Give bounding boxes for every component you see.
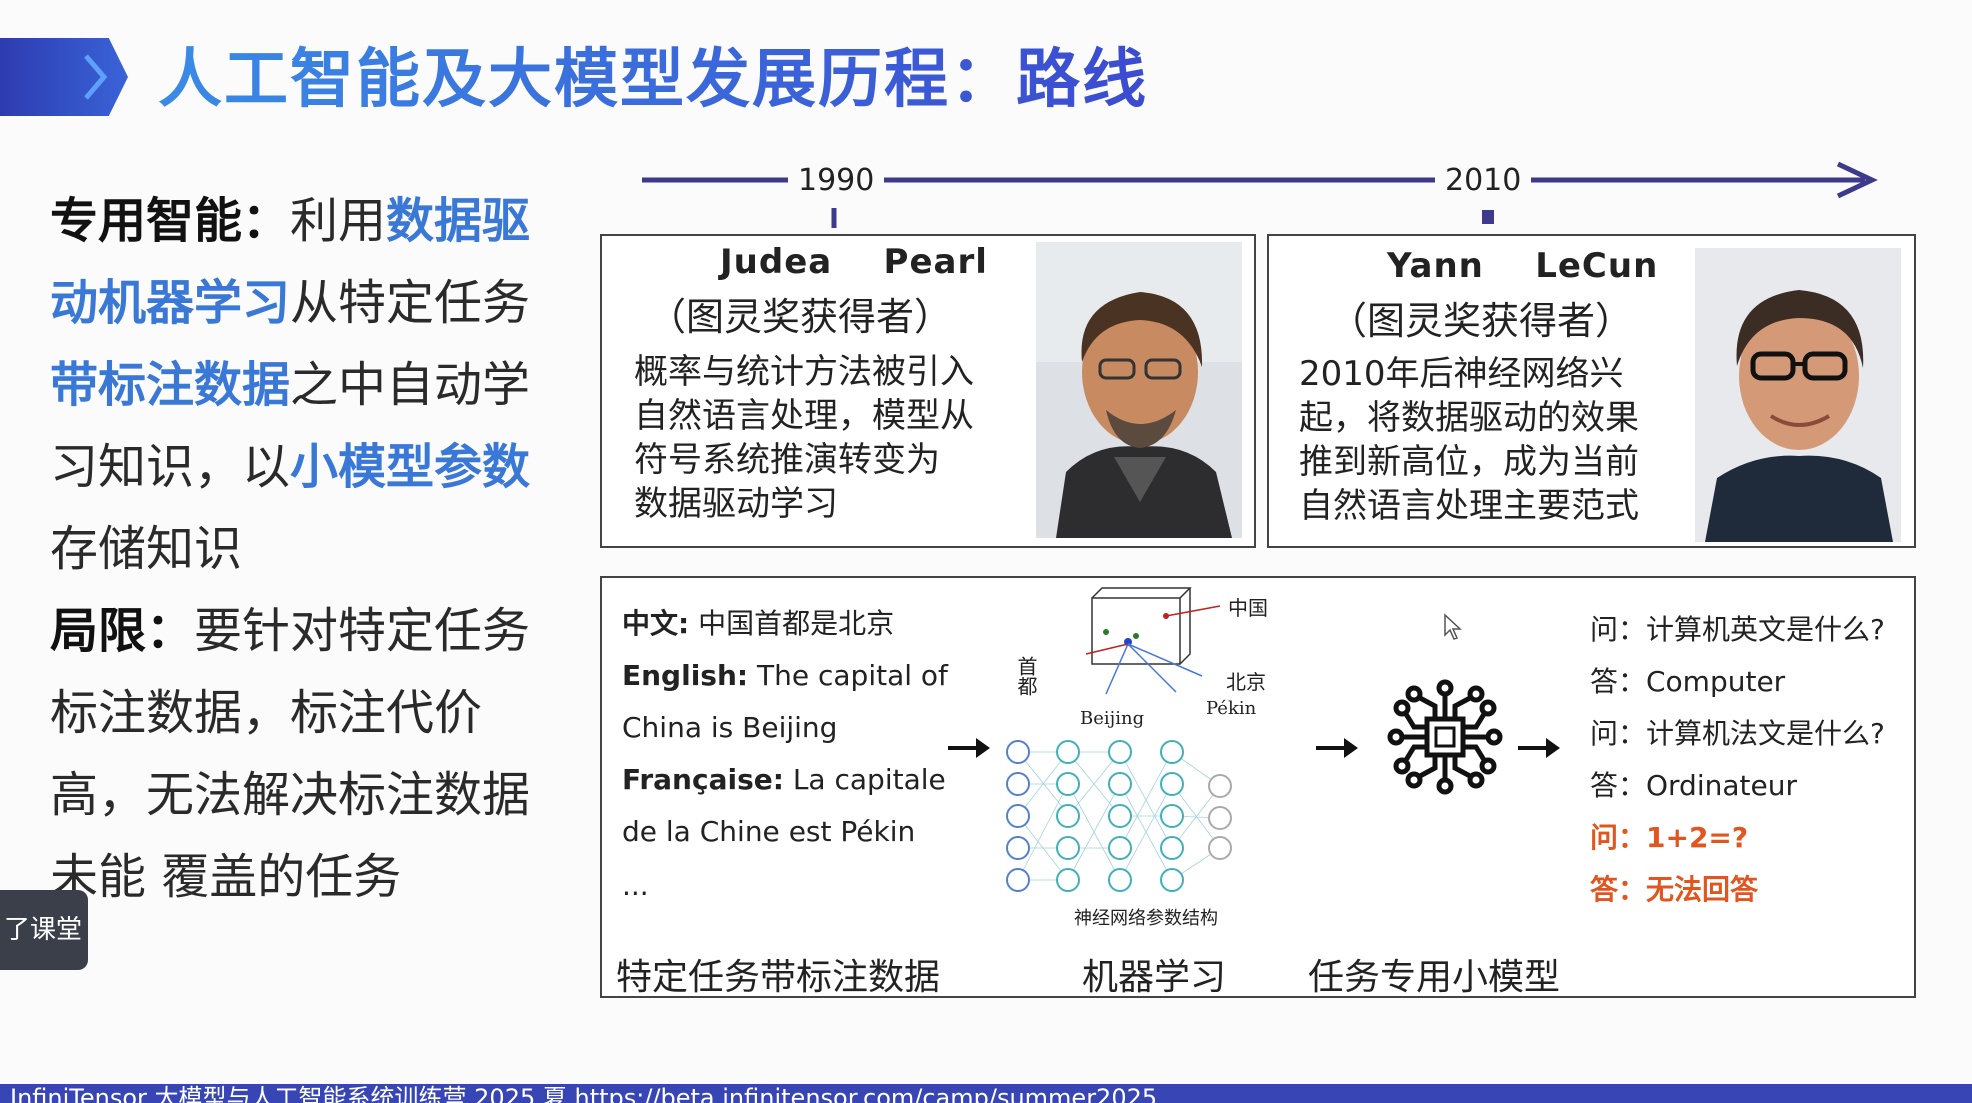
text-span: 利用 xyxy=(290,193,387,249)
qa-answer-fail: 答：无法回答 xyxy=(1590,873,1759,906)
footer-text: InfiniTensor 大模型与人工智能系统训练营 2025 夏 https:… xyxy=(10,1084,1158,1103)
person-description: 2010年后神经网络兴 起，将数据驱动的效果 推到新高位，成为当前 自然语言处理… xyxy=(1299,352,1639,528)
qa-answer: 答：Ordinateur xyxy=(1590,769,1797,802)
chevron-right-icon xyxy=(84,54,108,100)
qa-question: 问：计算机法文是什么? xyxy=(1590,717,1885,750)
term-specialized-ai: 专用智能： xyxy=(50,193,291,249)
example-french: Française: La capitale xyxy=(622,762,946,798)
desc-line: 自然语言处理主要范式 xyxy=(1299,486,1639,526)
person-card-lecun: Yann LeCun （图灵奖获得者） 2010年后神经网络兴 起，将数据驱动的… xyxy=(1267,234,1916,548)
text-span: 从特定任务 xyxy=(290,275,531,331)
text-span: 存储知识 xyxy=(50,521,243,577)
specialized-ai-paragraph: 专用智能：利用数据驱动机器学习从特定任务带标注数据之中自动学习知识，以小模型参数… xyxy=(50,180,560,590)
example-text: 中国首都是北京 xyxy=(698,607,895,640)
desc-line: 2010年后神经网络兴 xyxy=(1299,354,1624,394)
desc-line: 起，将数据驱动的效果 xyxy=(1299,398,1639,438)
portrait-lecun xyxy=(1695,248,1901,542)
desc-line: 符号系统推演转变为 xyxy=(634,440,940,480)
limitation-paragraph: 局限：要针对特定任务标注数据，标注代价高，无法解决标注数据未能 覆盖的任务 xyxy=(50,590,560,918)
arrow-right-icon xyxy=(1316,738,1358,758)
person-award: （图灵奖获得者） xyxy=(1329,299,1634,343)
caption-labeled-data: 特定任务带标注数据 xyxy=(616,957,941,998)
person-name: Judea Pearl xyxy=(720,242,988,282)
left-text-column: 专用智能：利用数据驱动机器学习从特定任务带标注数据之中自动学习知识，以小模型参数… xyxy=(50,180,560,918)
term-limitation: 局限： xyxy=(50,603,195,659)
slide-title: 人工智能及大模型发展历程：路线 xyxy=(158,40,1148,120)
arrow-right-icon xyxy=(948,738,990,758)
example-french-cont: de la Chine est Pékin xyxy=(622,815,916,848)
mouse-cursor-icon xyxy=(1444,613,1462,640)
caption-machine-learning: 机器学习 xyxy=(1082,957,1227,998)
ai-chip-icon xyxy=(1387,679,1503,795)
qa-answer: 答：Computer xyxy=(1590,665,1786,698)
overlay-chip[interactable]: 了课堂 xyxy=(0,890,88,970)
example-text: La capitale xyxy=(792,763,946,796)
label-china: 中国 xyxy=(1228,596,1268,620)
person-award: （图灵奖获得者） xyxy=(648,295,953,339)
desc-line: 概率与统计方法被引入 xyxy=(634,352,974,392)
portrait-pearl xyxy=(1036,242,1242,538)
label-beijing-en: Beijing xyxy=(1080,708,1145,729)
neural-network-diagram xyxy=(1006,587,1232,892)
person-card-pearl: Judea Pearl （图灵奖获得者） 概率与统计方法被引入 自然语言处理，模… xyxy=(600,234,1256,548)
desc-line: 数据驱动学习 xyxy=(634,484,838,524)
timeline: 1990 2010 xyxy=(640,160,1880,230)
highlight-small-model: 小模型参数 xyxy=(290,439,531,495)
caption-task-model: 任务专用小模型 xyxy=(1308,957,1561,998)
footer-bar: InfiniTensor 大模型与人工智能系统训练营 2025 夏 https:… xyxy=(0,1084,1972,1103)
lang-label: 中文: xyxy=(622,607,690,640)
example-english: English: The capital of xyxy=(622,658,948,694)
highlight-labeled-data: 带标注数据 xyxy=(50,357,291,413)
desc-line: 自然语言处理，模型从 xyxy=(634,396,974,436)
year-1990: 1990 xyxy=(788,163,885,198)
example-english-cont: China is Beijing xyxy=(622,711,838,744)
example-chinese: 中文: 中国首都是北京 xyxy=(622,606,894,642)
label-capital: 首都 xyxy=(1014,656,1038,696)
person-description: 概率与统计方法被引入 自然语言处理，模型从 符号系统推演转变为 数据驱动学习 xyxy=(634,350,974,526)
label-pekin: Pékin xyxy=(1206,698,1257,719)
arrow-right-icon xyxy=(1518,738,1560,758)
example-text: The capital of xyxy=(757,659,948,692)
label-beijing-zh: 北京 xyxy=(1226,670,1266,694)
person-name: Yann LeCun xyxy=(1387,246,1659,286)
lang-label: Française: xyxy=(622,763,784,796)
qa-question-fail: 问：1+2=? xyxy=(1590,821,1749,854)
desc-line: 推到新高位，成为当前 xyxy=(1299,442,1639,482)
qa-question: 问：计算机英文是什么? xyxy=(1590,613,1885,646)
example-ellipsis: ... xyxy=(622,869,649,902)
year-2010: 2010 xyxy=(1435,163,1532,198)
ml-pipeline-panel: 中文: 中国首都是北京 English: The capital of Chin… xyxy=(600,576,1916,998)
lang-label: English: xyxy=(622,659,749,692)
label-nn-structure: 神经网络参数结构 xyxy=(1074,908,1218,929)
